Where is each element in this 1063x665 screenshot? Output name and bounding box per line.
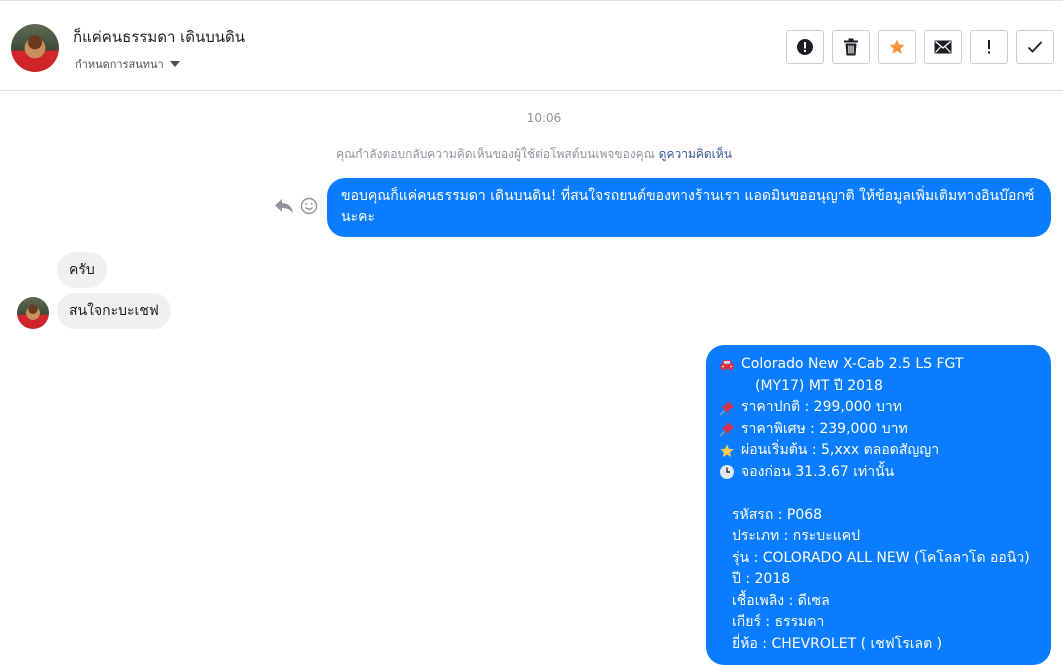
vehicle-model: รุ่น : COLORADO ALL NEW (โคโลลาโด ออนิว): [732, 549, 1030, 566]
reply-notice-text: คุณกำลังตอบกลับความคิดเห็นของผู้ใช้ต่อโพ…: [336, 147, 655, 161]
thread-settings-label: กำหนดการสนทนา: [75, 58, 164, 71]
outgoing-message[interactable]: ขอบคุณก็แค่คนธรรมดา เดินบนดิน! ที่สนใจรถ…: [327, 178, 1051, 237]
star-icon: [889, 39, 905, 54]
message-timestamp: 10:06: [526, 111, 562, 125]
special-price: ราคาพิเศษ : 239,000 บาท: [741, 420, 908, 437]
vehicle-brand: ยี่ห้อ : CHEVROLET ( เชฟโรเลต ): [732, 635, 943, 652]
trash-icon: [844, 38, 858, 56]
star-button[interactable]: [878, 30, 916, 64]
follow-up-button[interactable]: [970, 30, 1008, 64]
vehicle-gear: เกียร์ : ธรรมดา: [732, 614, 825, 630]
envelope-icon: [934, 40, 952, 54]
mark-done-button[interactable]: [1016, 30, 1054, 64]
vehicle-fuel: เชื้อเพลิง : ดีเซล: [732, 592, 830, 609]
mark-unread-button[interactable]: [924, 30, 962, 64]
clock-icon: [718, 464, 736, 480]
listing-title: Colorado New X-Cab 2.5 LS FGT: [741, 356, 964, 372]
report-icon: [797, 39, 813, 55]
caret-down-icon: [169, 61, 180, 67]
normal-price: ราคาปกติ : 299,000 บาท: [741, 399, 902, 415]
view-comment-link[interactable]: ดูความคิดเห็น: [659, 147, 732, 161]
star-emoji-icon: [718, 443, 736, 459]
message-actions: [274, 197, 318, 215]
report-spam-button[interactable]: [786, 30, 824, 64]
listing-subtitle: (MY17) MT ปี 2018: [718, 376, 1039, 398]
car-listing-message[interactable]: Colorado New X-Cab 2.5 LS FGT (MY17) MT …: [706, 345, 1051, 665]
booking-line: จองก่อน 31.3.67 เท่านั้น: [718, 462, 1039, 484]
listing-subtitle-text: (MY17) MT ปี 2018: [755, 377, 883, 394]
contact-name[interactable]: ก็แค่คนธรรมดา เดินบนดิน: [73, 25, 245, 49]
pushpin-icon: [718, 421, 736, 437]
listing-title-line: Colorado New X-Cab 2.5 LS FGT: [718, 354, 1039, 376]
vehicle-code: รหัสรถ : P068: [732, 506, 823, 523]
emoji-reaction-icon[interactable]: [300, 197, 318, 215]
special-price-line: ราคาพิเศษ : 239,000 บาท: [718, 419, 1039, 441]
thread-settings-dropdown[interactable]: กำหนดการสนทนา: [75, 55, 180, 73]
sender-avatar[interactable]: [17, 297, 49, 329]
incoming-message[interactable]: ครับ: [57, 252, 107, 288]
contact-avatar[interactable]: [11, 24, 59, 72]
reply-notice: คุณกำลังตอบกลับความคิดเห็นของผู้ใช้ต่อโพ…: [0, 145, 1063, 164]
pushpin-icon: [718, 400, 736, 416]
booking-deadline: จองก่อน 31.3.67 เท่านั้น: [741, 463, 895, 480]
toolbar: [786, 30, 1054, 64]
installment-line: ผ่อนเริ่มต้น : 5,xxx ตลอดสัญญา: [718, 440, 1039, 462]
exclamation-icon: [988, 40, 990, 54]
conversation-header: ก็แค่คนธรรมดา เดินบนดิน กำหนดการสนทนา: [0, 0, 1063, 91]
delete-button[interactable]: [832, 30, 870, 64]
incoming-message[interactable]: สนใจกะบะเชฟ: [57, 293, 171, 329]
installment: ผ่อนเริ่มต้น : 5,xxx ตลอดสัญญา: [741, 442, 940, 458]
car-icon: [718, 358, 736, 372]
normal-price-line: ราคาปกติ : 299,000 บาท: [718, 397, 1039, 419]
reply-icon[interactable]: [274, 197, 294, 215]
vehicle-type: ประเภท : กระบะแคป: [732, 528, 860, 544]
vehicle-year: ปี : 2018: [732, 571, 791, 587]
check-icon: [1027, 41, 1043, 53]
